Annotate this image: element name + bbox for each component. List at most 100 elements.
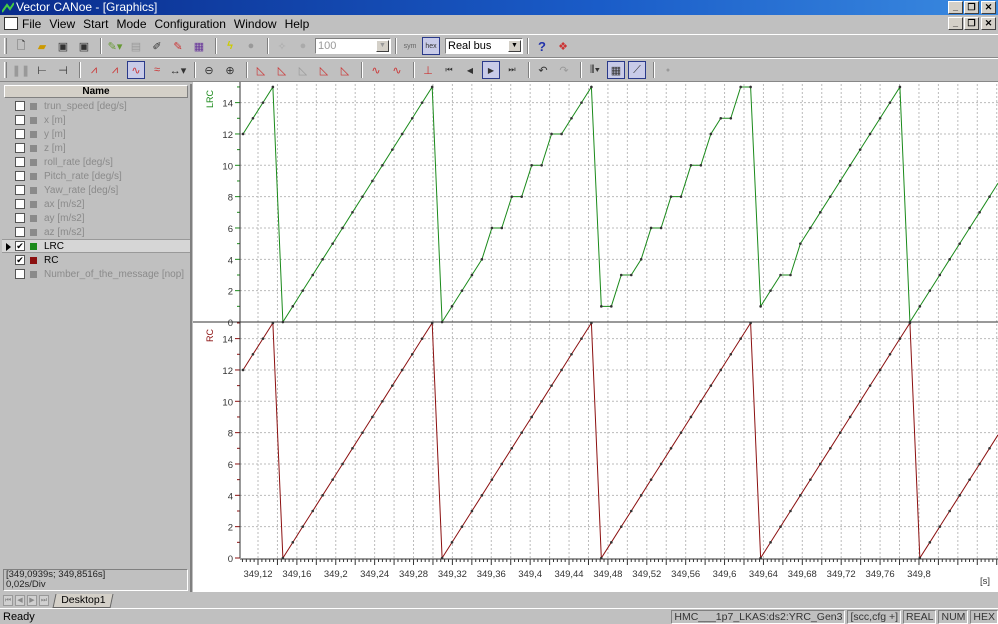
new-icon[interactable]: 🗋 (12, 37, 30, 55)
step-icon[interactable]: ✧ (273, 37, 291, 55)
configure-icon[interactable]: ✎▾ (106, 37, 124, 55)
signal-checkbox[interactable] (15, 185, 25, 195)
play-icon[interactable]: ▶ (482, 61, 500, 79)
tab-last-icon[interactable]: ⏭ (39, 595, 49, 606)
signal-checkbox[interactable] (15, 129, 25, 139)
restore-button[interactable]: ❐ (964, 1, 979, 14)
panel-icon[interactable]: ▤ (127, 37, 145, 55)
menu-help[interactable]: Help (285, 17, 310, 31)
toolbar-grip[interactable] (4, 62, 7, 78)
tab-prev-icon[interactable]: ◀ (15, 595, 25, 606)
signal-checkbox[interactable] (15, 227, 25, 237)
signal-checkbox[interactable] (15, 213, 25, 223)
graph-mode-2-icon[interactable]: ⩘ (106, 61, 124, 79)
signal-checkbox[interactable]: ✔ (15, 241, 25, 251)
save-icon[interactable]: ▣ (54, 37, 72, 55)
signal-row[interactable]: trun_speed [deg/s] (2, 99, 190, 113)
first-icon[interactable]: ⏮ (440, 61, 458, 79)
save-all-icon[interactable]: ▣ (75, 37, 93, 55)
signal-row[interactable]: ✔ RC (2, 253, 190, 267)
paint-icon[interactable]: ✎ (169, 37, 187, 55)
axis-1-icon[interactable]: ◺ (252, 61, 270, 79)
signal-row[interactable]: ✔ LRC (2, 239, 190, 253)
pause-icon[interactable]: ❚❚ (12, 61, 30, 79)
signal-row[interactable]: roll_rate [deg/s] (2, 155, 190, 169)
signal-checkbox[interactable] (15, 143, 25, 153)
signal-checkbox[interactable] (15, 101, 25, 111)
axis-3-icon[interactable]: ◺ (294, 61, 312, 79)
tab-first-icon[interactable]: ⏮ (3, 595, 13, 606)
hex-button[interactable]: hex (422, 37, 440, 55)
cursor-icon[interactable]: ⟋ (628, 61, 646, 79)
doc-close-button[interactable]: ✕ (981, 17, 996, 30)
signal-chart[interactable]: 0 2 4 6 8 10 12 14 LRC 0 2 4 6 8 10 12 14 RC 349,12 349,16 3… (193, 82, 998, 592)
chevron-down-icon[interactable]: ▼ (376, 40, 389, 52)
signal-row[interactable]: Number_of_the_message [nop] (2, 267, 190, 281)
prev-icon[interactable]: ◀ (461, 61, 479, 79)
axis-2-icon[interactable]: ◺ (273, 61, 291, 79)
signal-row[interactable]: y [m] (2, 127, 190, 141)
signal-checkbox[interactable] (15, 269, 25, 279)
start-lightning-icon[interactable]: ϟ (221, 37, 239, 55)
line-mode-icon[interactable]: ∿ (127, 61, 145, 79)
help-button[interactable]: ? (533, 37, 551, 55)
fit-icon[interactable]: ⊢ (33, 61, 51, 79)
zoom-disabled-icon[interactable]: ● (294, 37, 312, 55)
signal-row[interactable]: Pitch_rate [deg/s] (2, 169, 190, 183)
record-dot-icon[interactable]: ● (659, 61, 677, 79)
toolbar-grip[interactable] (4, 38, 7, 54)
signal-checkbox[interactable] (15, 199, 25, 209)
grid-icon[interactable]: ▦ (607, 61, 625, 79)
menu-file[interactable]: File (22, 17, 41, 31)
menu-start[interactable]: Start (83, 17, 108, 31)
doc-minimize-button[interactable]: _ (948, 17, 963, 30)
signal-row[interactable]: x [m] (2, 113, 190, 127)
signal-checkbox[interactable] (15, 171, 25, 181)
zoom-in-icon[interactable]: ⊕ (221, 61, 239, 79)
measure-icon[interactable]: ↔▾ (169, 61, 187, 79)
signal-up-icon[interactable]: ∿ (367, 61, 385, 79)
stop-icon[interactable]: ● (242, 37, 260, 55)
book-icon[interactable]: ❖ (554, 37, 572, 55)
rate-combo[interactable]: 100 ▼ (315, 38, 391, 54)
signal-row[interactable]: ax [m/s2] (2, 197, 190, 211)
marker-icon[interactable]: ⊥ (419, 61, 437, 79)
redo-icon[interactable]: ↷ (555, 61, 573, 79)
open-icon[interactable]: ▰ (33, 37, 51, 55)
undo-icon[interactable]: ↶ (534, 61, 552, 79)
calendar-icon[interactable]: ▦ (190, 37, 208, 55)
signal-row[interactable]: z [m] (2, 141, 190, 155)
minimize-button[interactable]: _ (948, 1, 963, 14)
doc-restore-button[interactable]: ❐ (964, 17, 979, 30)
graph-mode-1-icon[interactable]: ⩘ (85, 61, 103, 79)
tab-desktop1[interactable]: Desktop1 (52, 594, 114, 608)
rc-data-point (898, 337, 902, 340)
graphics-plot-area[interactable]: 0 2 4 6 8 10 12 14 LRC 0 2 4 6 8 10 12 14 RC 349,12 349,16 3… (193, 82, 998, 592)
signal-checkbox[interactable] (15, 157, 25, 167)
last-icon[interactable]: ⏭ (503, 61, 521, 79)
columns-icon[interactable]: ⫴▾ (586, 61, 604, 79)
edit-icon[interactable]: ✐ (148, 37, 166, 55)
menu-mode[interactable]: Mode (116, 17, 146, 31)
signal-row[interactable]: Yaw_rate [deg/s] (2, 183, 190, 197)
menu-view[interactable]: View (49, 17, 75, 31)
signal-row[interactable]: ay [m/s2] (2, 211, 190, 225)
tab-next-icon[interactable]: ▶ (27, 595, 37, 606)
axis-5-icon[interactable]: ◺ (336, 61, 354, 79)
separator (580, 62, 582, 78)
bus-mode-select[interactable]: Real bus ▼ (445, 38, 523, 54)
signal-row[interactable]: az [m/s2] (2, 225, 190, 239)
zoom-out-icon[interactable]: ⊖ (200, 61, 218, 79)
chevron-down-icon[interactable]: ▼ (508, 40, 521, 52)
sym-button[interactable]: sym (401, 37, 419, 55)
menu-configuration[interactable]: Configuration (155, 17, 226, 31)
signal-down-icon[interactable]: ∿ (388, 61, 406, 79)
fit-all-icon[interactable]: ⊣ (54, 61, 72, 79)
close-button[interactable]: ✕ (981, 1, 996, 14)
axis-4-icon[interactable]: ◺ (315, 61, 333, 79)
signal-checkbox[interactable]: ✔ (15, 255, 25, 265)
name-column-header[interactable]: Name (4, 85, 188, 98)
wave-mode-icon[interactable]: ≈ (148, 61, 166, 79)
menu-window[interactable]: Window (234, 17, 277, 31)
signal-checkbox[interactable] (15, 115, 25, 125)
